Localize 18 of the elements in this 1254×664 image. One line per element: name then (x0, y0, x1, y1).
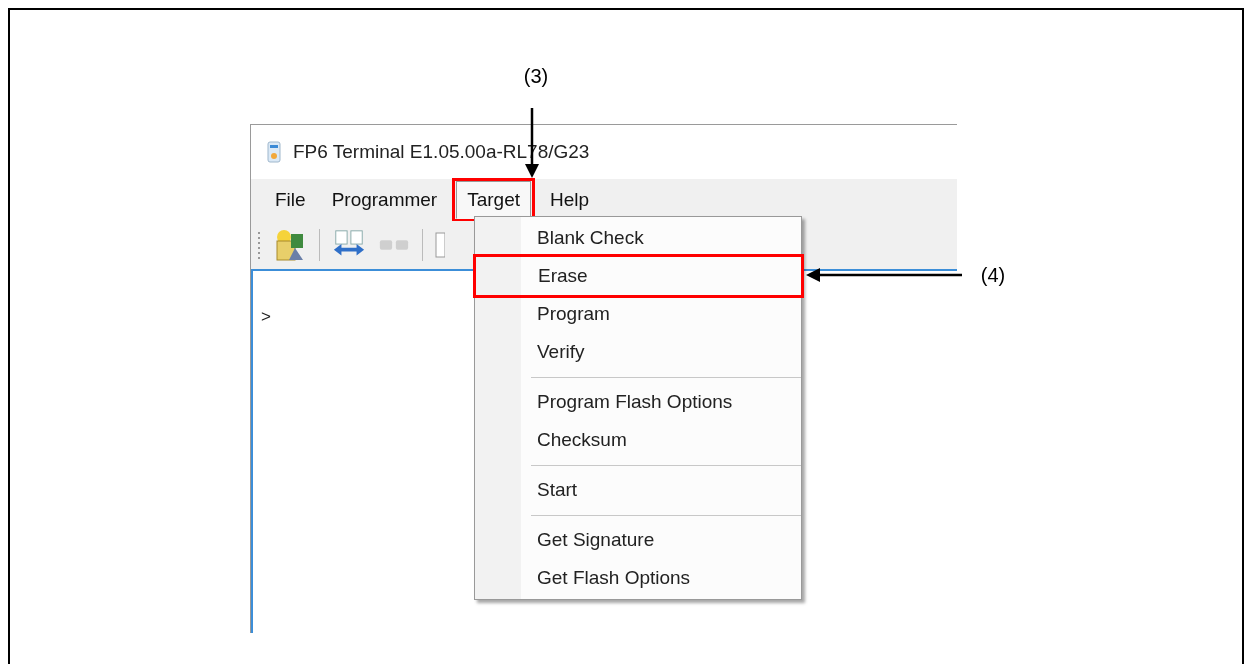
menu-item[interactable]: Checksum (475, 421, 801, 459)
grip-icon (257, 230, 261, 260)
menu-item[interactable]: Get Signature (475, 521, 801, 559)
app-icon (267, 141, 281, 163)
callout-label: (3) (523, 64, 549, 88)
menu-item[interactable]: Verify (475, 333, 801, 371)
menu-item[interactable]: Erase (476, 257, 801, 295)
menu-item[interactable]: Get Flash Options (475, 559, 801, 597)
callout-label: (4) (980, 263, 1006, 287)
console-prompt: > (261, 307, 271, 326)
menu-item[interactable]: Target (456, 181, 531, 219)
menu-item[interactable]: Help (539, 181, 601, 219)
menu-item[interactable]: Program Flash Options (475, 383, 801, 421)
menu-item[interactable]: File (264, 181, 317, 219)
menu-item[interactable]: Program (475, 295, 801, 333)
menu-item[interactable]: Start (475, 471, 801, 509)
menu-item[interactable]: Programmer (320, 181, 449, 219)
menu-item[interactable]: Blank Check (475, 219, 801, 257)
